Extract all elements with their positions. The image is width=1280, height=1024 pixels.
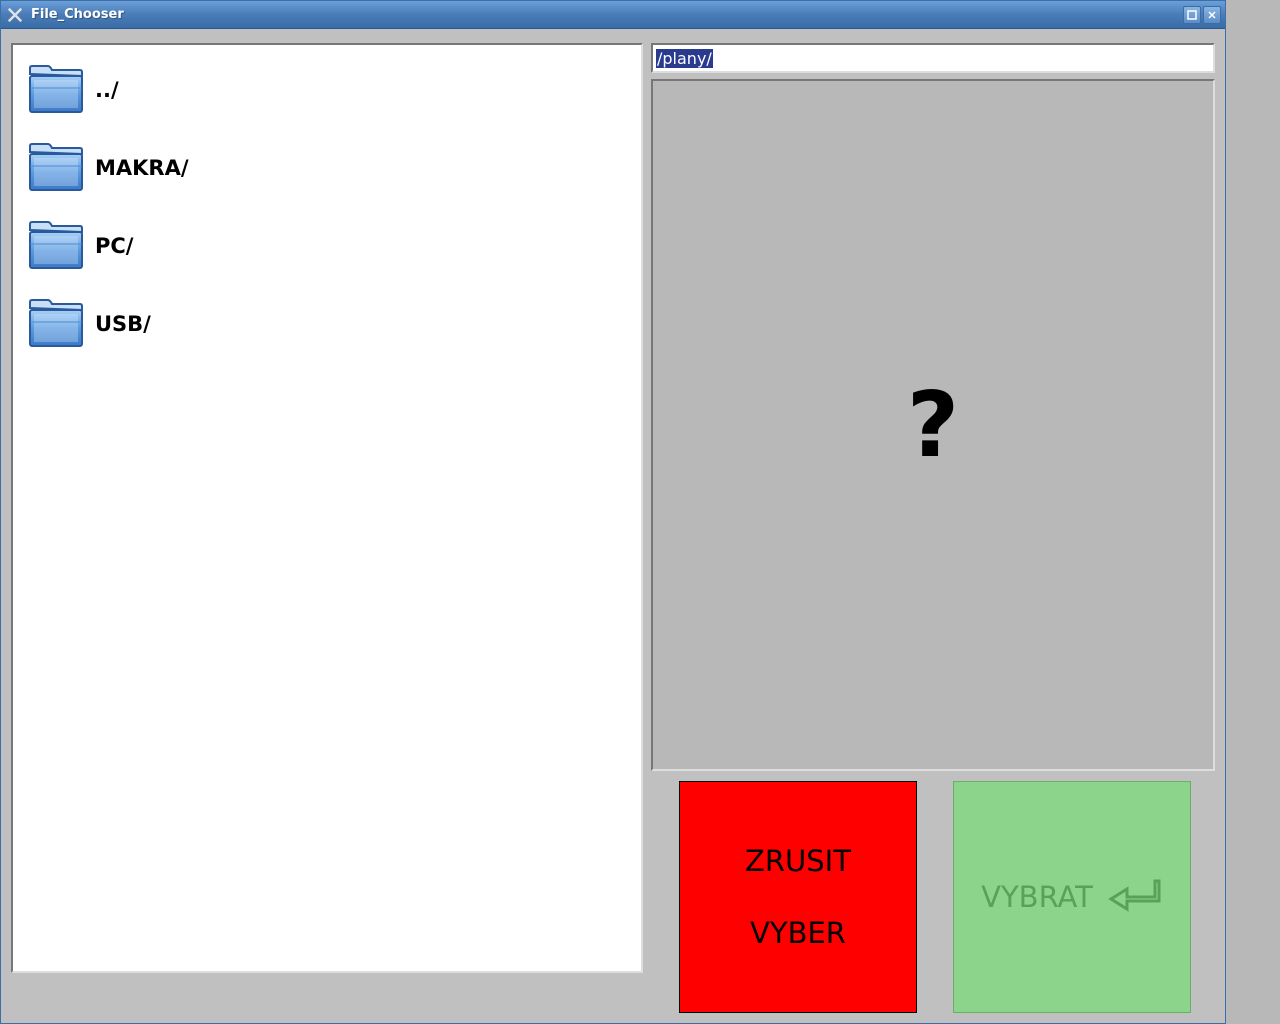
close-button[interactable] bbox=[1203, 6, 1221, 24]
folder-icon bbox=[21, 289, 91, 359]
file-label: PC/ bbox=[95, 234, 133, 258]
cancel-label-line2: VYBER bbox=[750, 916, 846, 950]
path-value: /plany/ bbox=[656, 49, 713, 68]
file-list[interactable]: ../ MAKRA/ bbox=[11, 43, 643, 973]
enter-icon bbox=[1107, 875, 1163, 919]
titlebar[interactable]: File_Chooser bbox=[1, 1, 1225, 29]
right-panel: /plany/ ? ZRUSIT VYBER VYBRAT bbox=[651, 43, 1215, 1013]
button-row: ZRUSIT VYBER VYBRAT bbox=[651, 777, 1215, 1013]
folder-icon bbox=[21, 211, 91, 281]
file-chooser-window: File_Chooser bbox=[0, 0, 1226, 1024]
cancel-label-line1: ZRUSIT bbox=[745, 844, 851, 878]
cancel-button[interactable]: ZRUSIT VYBER bbox=[679, 781, 917, 1013]
file-row-pc[interactable]: PC/ bbox=[19, 207, 635, 285]
file-label: USB/ bbox=[95, 312, 151, 336]
preview-area: ? bbox=[651, 79, 1215, 771]
file-row-usb[interactable]: USB/ bbox=[19, 285, 635, 363]
select-label: VYBRAT bbox=[981, 880, 1093, 914]
window-app-icon bbox=[5, 5, 25, 25]
file-row-makra[interactable]: MAKRA/ bbox=[19, 129, 635, 207]
window-title: File_Chooser bbox=[31, 7, 1183, 22]
path-input[interactable]: /plany/ bbox=[651, 43, 1215, 73]
file-label: MAKRA/ bbox=[95, 156, 189, 180]
maximize-button[interactable] bbox=[1183, 6, 1201, 24]
preview-placeholder: ? bbox=[907, 373, 959, 478]
select-button[interactable]: VYBRAT bbox=[953, 781, 1191, 1013]
file-label: ../ bbox=[95, 78, 119, 102]
file-row-parent[interactable]: ../ bbox=[19, 51, 635, 129]
content-area: ../ MAKRA/ bbox=[1, 29, 1225, 1023]
folder-icon bbox=[21, 55, 91, 125]
folder-icon bbox=[21, 133, 91, 203]
